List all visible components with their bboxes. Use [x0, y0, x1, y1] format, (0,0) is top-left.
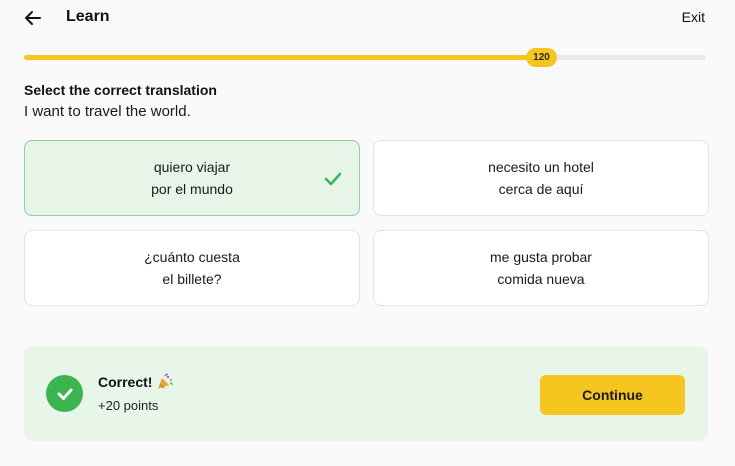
- prompt-label: Select the correct translation: [24, 82, 217, 98]
- page-title: Learn: [66, 8, 110, 25]
- header: Learn Exit: [0, 0, 735, 38]
- feedback-banner: Correct! +20 points Continue: [24, 346, 708, 441]
- continue-button[interactable]: Continue: [540, 375, 685, 415]
- option-card[interactable]: me gusta probar comida nueva: [373, 230, 709, 306]
- option-text: quiero viajar por el mundo: [151, 159, 233, 197]
- feedback-title-row: Correct!: [98, 373, 174, 391]
- option-card[interactable]: necesito un hotel cerca de aquí: [373, 140, 709, 216]
- exit-button[interactable]: Exit: [682, 9, 705, 25]
- feedback-points: +20 points: [98, 398, 159, 413]
- arrow-left-icon: [25, 11, 41, 25]
- progress-track: [24, 55, 706, 60]
- progress-badge: 120: [526, 48, 557, 67]
- party-popper-icon: [158, 373, 174, 389]
- option-text: me gusta probar comida nueva: [490, 249, 592, 287]
- check-circle-icon: [46, 375, 83, 412]
- app-root: Learn Exit 120 Select the correct transl…: [0, 0, 735, 466]
- option-text: ¿cuánto cuesta el billete?: [144, 249, 240, 287]
- check-icon: [324, 172, 342, 186]
- option-text: necesito un hotel cerca de aquí: [488, 159, 594, 197]
- prompt-sentence: I want to travel the world.: [24, 103, 191, 120]
- option-card[interactable]: ¿cuánto cuesta el billete?: [24, 230, 360, 306]
- option-card[interactable]: quiero viajar por el mundo: [24, 140, 360, 216]
- progress-bar: 120: [24, 48, 706, 68]
- back-button[interactable]: [20, 6, 46, 30]
- feedback-title: Correct!: [98, 374, 153, 390]
- progress-fill: [24, 55, 535, 60]
